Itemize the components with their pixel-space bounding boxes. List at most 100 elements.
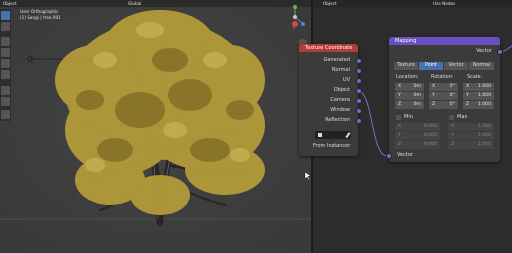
measure-tool-icon[interactable] bbox=[1, 97, 10, 106]
rotation-x-field[interactable]: X 0° bbox=[429, 83, 458, 91]
rotation-z-key: Z bbox=[432, 102, 436, 107]
location-y-field[interactable]: Y 0m bbox=[395, 92, 424, 100]
mapping-output-vector: Vector bbox=[476, 48, 492, 54]
max-z-value: 1.000 bbox=[477, 142, 491, 147]
add-cube-tool-icon[interactable] bbox=[1, 110, 10, 119]
min-z-field[interactable]: Z 0.000 bbox=[395, 141, 440, 149]
socket-camera[interactable] bbox=[356, 98, 362, 104]
viewport-header-global[interactable]: Global bbox=[128, 1, 141, 6]
eyedropper-icon[interactable] bbox=[344, 132, 350, 138]
rotation-y-value: 0° bbox=[449, 93, 455, 98]
max-checkbox[interactable] bbox=[449, 115, 454, 120]
min-z-value: 0.000 bbox=[423, 142, 437, 147]
cursor-tool-icon[interactable] bbox=[1, 22, 10, 31]
viewport-header: Object Global bbox=[0, 0, 312, 7]
min-x-key: X bbox=[398, 124, 402, 129]
socket-object[interactable] bbox=[356, 88, 362, 94]
max-y-field[interactable]: Y 1.000 bbox=[448, 132, 494, 140]
scale-z-key: Z bbox=[466, 102, 470, 107]
texcoord-output-camera: Camera bbox=[330, 97, 350, 103]
from-instancer-checkbox-label[interactable]: From Instancer bbox=[313, 143, 350, 149]
shader-node-editor[interactable]: Object Use Nodes Texture Coordinate Gene… bbox=[299, 0, 512, 253]
socket-reflection[interactable] bbox=[356, 118, 362, 124]
rotation-x-key: X bbox=[432, 84, 436, 89]
tool-shelf bbox=[0, 9, 11, 121]
max-x-value: 1.000 bbox=[477, 124, 491, 129]
socket-window[interactable] bbox=[356, 108, 362, 114]
tab-point[interactable]: Point bbox=[419, 62, 443, 70]
location-y-value: 0m bbox=[413, 93, 421, 98]
min-y-key: Y bbox=[398, 133, 401, 138]
rotation-x-value: 0° bbox=[449, 84, 455, 89]
scale-y-key: Y bbox=[466, 93, 469, 98]
3d-viewport[interactable]: Object Global User Orthographic (1) Sang… bbox=[0, 0, 312, 253]
gizmo-x-label: X bbox=[292, 25, 296, 31]
location-x-field[interactable]: X 0m bbox=[395, 83, 424, 91]
max-z-field[interactable]: Z 1.000 bbox=[448, 141, 494, 149]
location-z-field[interactable]: Z 0m bbox=[395, 101, 424, 109]
texcoord-output-reflection: Reflection bbox=[325, 117, 350, 123]
min-x-value: 0.000 bbox=[423, 124, 437, 129]
max-x-key: X bbox=[451, 124, 455, 129]
annotate-tool-icon[interactable] bbox=[1, 86, 10, 95]
object-cube-icon bbox=[318, 133, 322, 137]
mapping-node-title[interactable]: Mapping bbox=[389, 37, 500, 45]
max-y-key: Y bbox=[451, 133, 454, 138]
scale-tool-icon[interactable] bbox=[1, 59, 10, 68]
location-z-value: 0m bbox=[413, 102, 421, 107]
mapping-output-socket[interactable] bbox=[497, 49, 503, 55]
min-label: Min bbox=[404, 114, 413, 120]
texcoord-output-normal: Normal bbox=[331, 67, 350, 73]
select-tool-icon[interactable] bbox=[1, 11, 10, 20]
min-x-field[interactable]: X 0.000 bbox=[395, 123, 440, 131]
max-label: Max bbox=[457, 114, 468, 120]
scale-z-value: 1.000 bbox=[477, 102, 491, 107]
scale-x-field[interactable]: X 1.000 bbox=[463, 83, 494, 91]
scale-x-key: X bbox=[466, 84, 470, 89]
move-tool-icon[interactable] bbox=[1, 37, 10, 46]
rotation-y-key: Y bbox=[432, 93, 435, 98]
socket-uv[interactable] bbox=[356, 78, 362, 84]
object-picker-field[interactable] bbox=[315, 131, 351, 139]
location-x-value: 0m bbox=[413, 84, 421, 89]
max-z-key: Z bbox=[451, 142, 455, 147]
tab-texture[interactable]: Texture bbox=[394, 62, 418, 70]
rotation-z-field[interactable]: Z 0° bbox=[429, 101, 458, 109]
min-y-value: 0.000 bbox=[423, 133, 437, 138]
texcoord-output-object: Object bbox=[333, 87, 350, 93]
rotation-label: Rotation: bbox=[431, 74, 454, 80]
tree-render bbox=[0, 0, 312, 253]
texcoord-output-window: Window bbox=[330, 107, 350, 113]
mapping-input-vector: Vector bbox=[397, 152, 413, 158]
collection-label: (1) Sangi | tree.001 bbox=[20, 15, 61, 20]
texture-coordinate-node[interactable]: Texture Coordinate Generated Normal UV O… bbox=[299, 44, 358, 156]
max-x-field[interactable]: X 1.000 bbox=[448, 123, 494, 131]
min-checkbox[interactable] bbox=[396, 115, 401, 120]
view-name-label: User Orthographic bbox=[20, 9, 59, 14]
location-y-key: Y bbox=[398, 93, 401, 98]
tab-vector[interactable]: Vector bbox=[444, 62, 468, 70]
tab-normal[interactable]: Normal bbox=[469, 62, 494, 70]
texcoord-output-generated: Generated bbox=[323, 57, 350, 63]
socket-normal[interactable] bbox=[356, 68, 362, 74]
location-label: Location: bbox=[396, 74, 419, 80]
min-z-key: Z bbox=[398, 142, 402, 147]
scale-y-field[interactable]: Y 1.000 bbox=[463, 92, 494, 100]
socket-generated[interactable] bbox=[356, 58, 362, 64]
scale-label: Scale: bbox=[467, 74, 483, 80]
rotate-tool-icon[interactable] bbox=[1, 48, 10, 57]
texcoord-output-uv: UV bbox=[342, 77, 350, 83]
min-y-field[interactable]: Y 0.000 bbox=[395, 132, 440, 140]
texcoord-node-title[interactable]: Texture Coordinate bbox=[299, 44, 358, 52]
location-x-key: X bbox=[398, 84, 402, 89]
rotation-y-field[interactable]: Y 0° bbox=[429, 92, 458, 100]
viewport-header-object[interactable]: Object bbox=[3, 1, 17, 6]
scale-z-field[interactable]: Z 1.000 bbox=[463, 101, 494, 109]
scale-x-value: 1.000 bbox=[477, 84, 491, 89]
mapping-node[interactable]: Mapping Vector Texture Point Vector Norm… bbox=[389, 37, 500, 162]
mapping-input-socket[interactable] bbox=[386, 153, 392, 159]
location-z-key: Z bbox=[398, 102, 402, 107]
scale-y-value: 1.000 bbox=[477, 93, 491, 98]
rotation-z-value: 0° bbox=[449, 102, 455, 107]
transform-tool-icon[interactable] bbox=[1, 70, 10, 79]
